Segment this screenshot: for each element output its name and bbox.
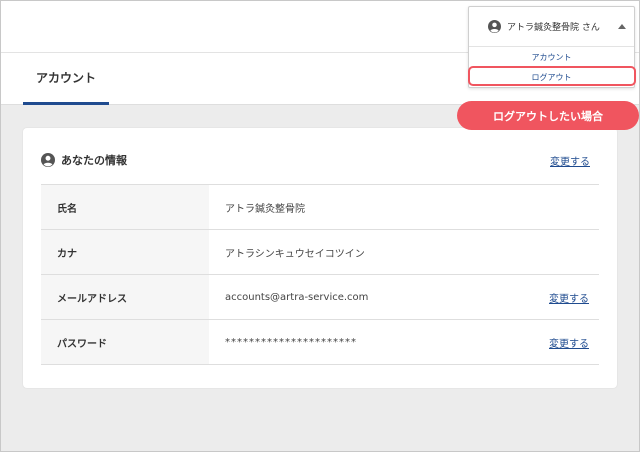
row-value-password: **********************: [225, 336, 357, 348]
menu-item-account[interactable]: アカウント: [469, 52, 634, 63]
row-value-kana: アトラシンキュウセイコツイン: [225, 248, 365, 260]
row-label-email: メールアドレス: [41, 275, 209, 319]
edit-email-link[interactable]: 変更する: [549, 290, 589, 305]
row-value-name: アトラ鍼灸整骨院: [225, 203, 305, 215]
row-value-email: accounts@artra-service.com: [225, 291, 369, 303]
row-label-kana: カナ: [41, 230, 209, 274]
tab-account[interactable]: アカウント: [23, 53, 109, 105]
account-info-icon: [41, 153, 55, 167]
user-circle-icon: [488, 20, 501, 33]
user-menu-button[interactable]: アトラ鍼灸整骨院 さん: [469, 7, 634, 47]
table-row: 氏名 アトラ鍼灸整骨院: [41, 185, 599, 230]
row-label-password: パスワード: [41, 320, 209, 364]
card-header: あなたの情報: [41, 152, 127, 168]
table-row: パスワード ********************** 変更する: [41, 320, 599, 365]
info-table: 氏名 アトラ鍼灸整骨院 カナ アトラシンキュウセイコツイン メールアドレス ac…: [41, 184, 599, 365]
user-name: アトラ鍼灸整骨院 さん: [507, 23, 600, 33]
card-title: あなたの情報: [61, 154, 127, 167]
logout-highlight-box: [468, 66, 636, 86]
edit-password-link[interactable]: 変更する: [549, 335, 589, 350]
caret-up-icon: [618, 24, 626, 29]
table-row: メールアドレス accounts@artra-service.com 変更する: [41, 275, 599, 320]
table-row: カナ アトラシンキュウセイコツイン: [41, 230, 599, 275]
edit-info-link[interactable]: 変更する: [550, 153, 590, 168]
row-label-name: 氏名: [41, 185, 209, 229]
account-info-card: あなたの情報 変更する 氏名 アトラ鍼灸整骨院 カナ アトラシンキュウセイコツイ…: [23, 128, 617, 388]
logout-callout: ログアウトしたい場合: [457, 101, 639, 130]
